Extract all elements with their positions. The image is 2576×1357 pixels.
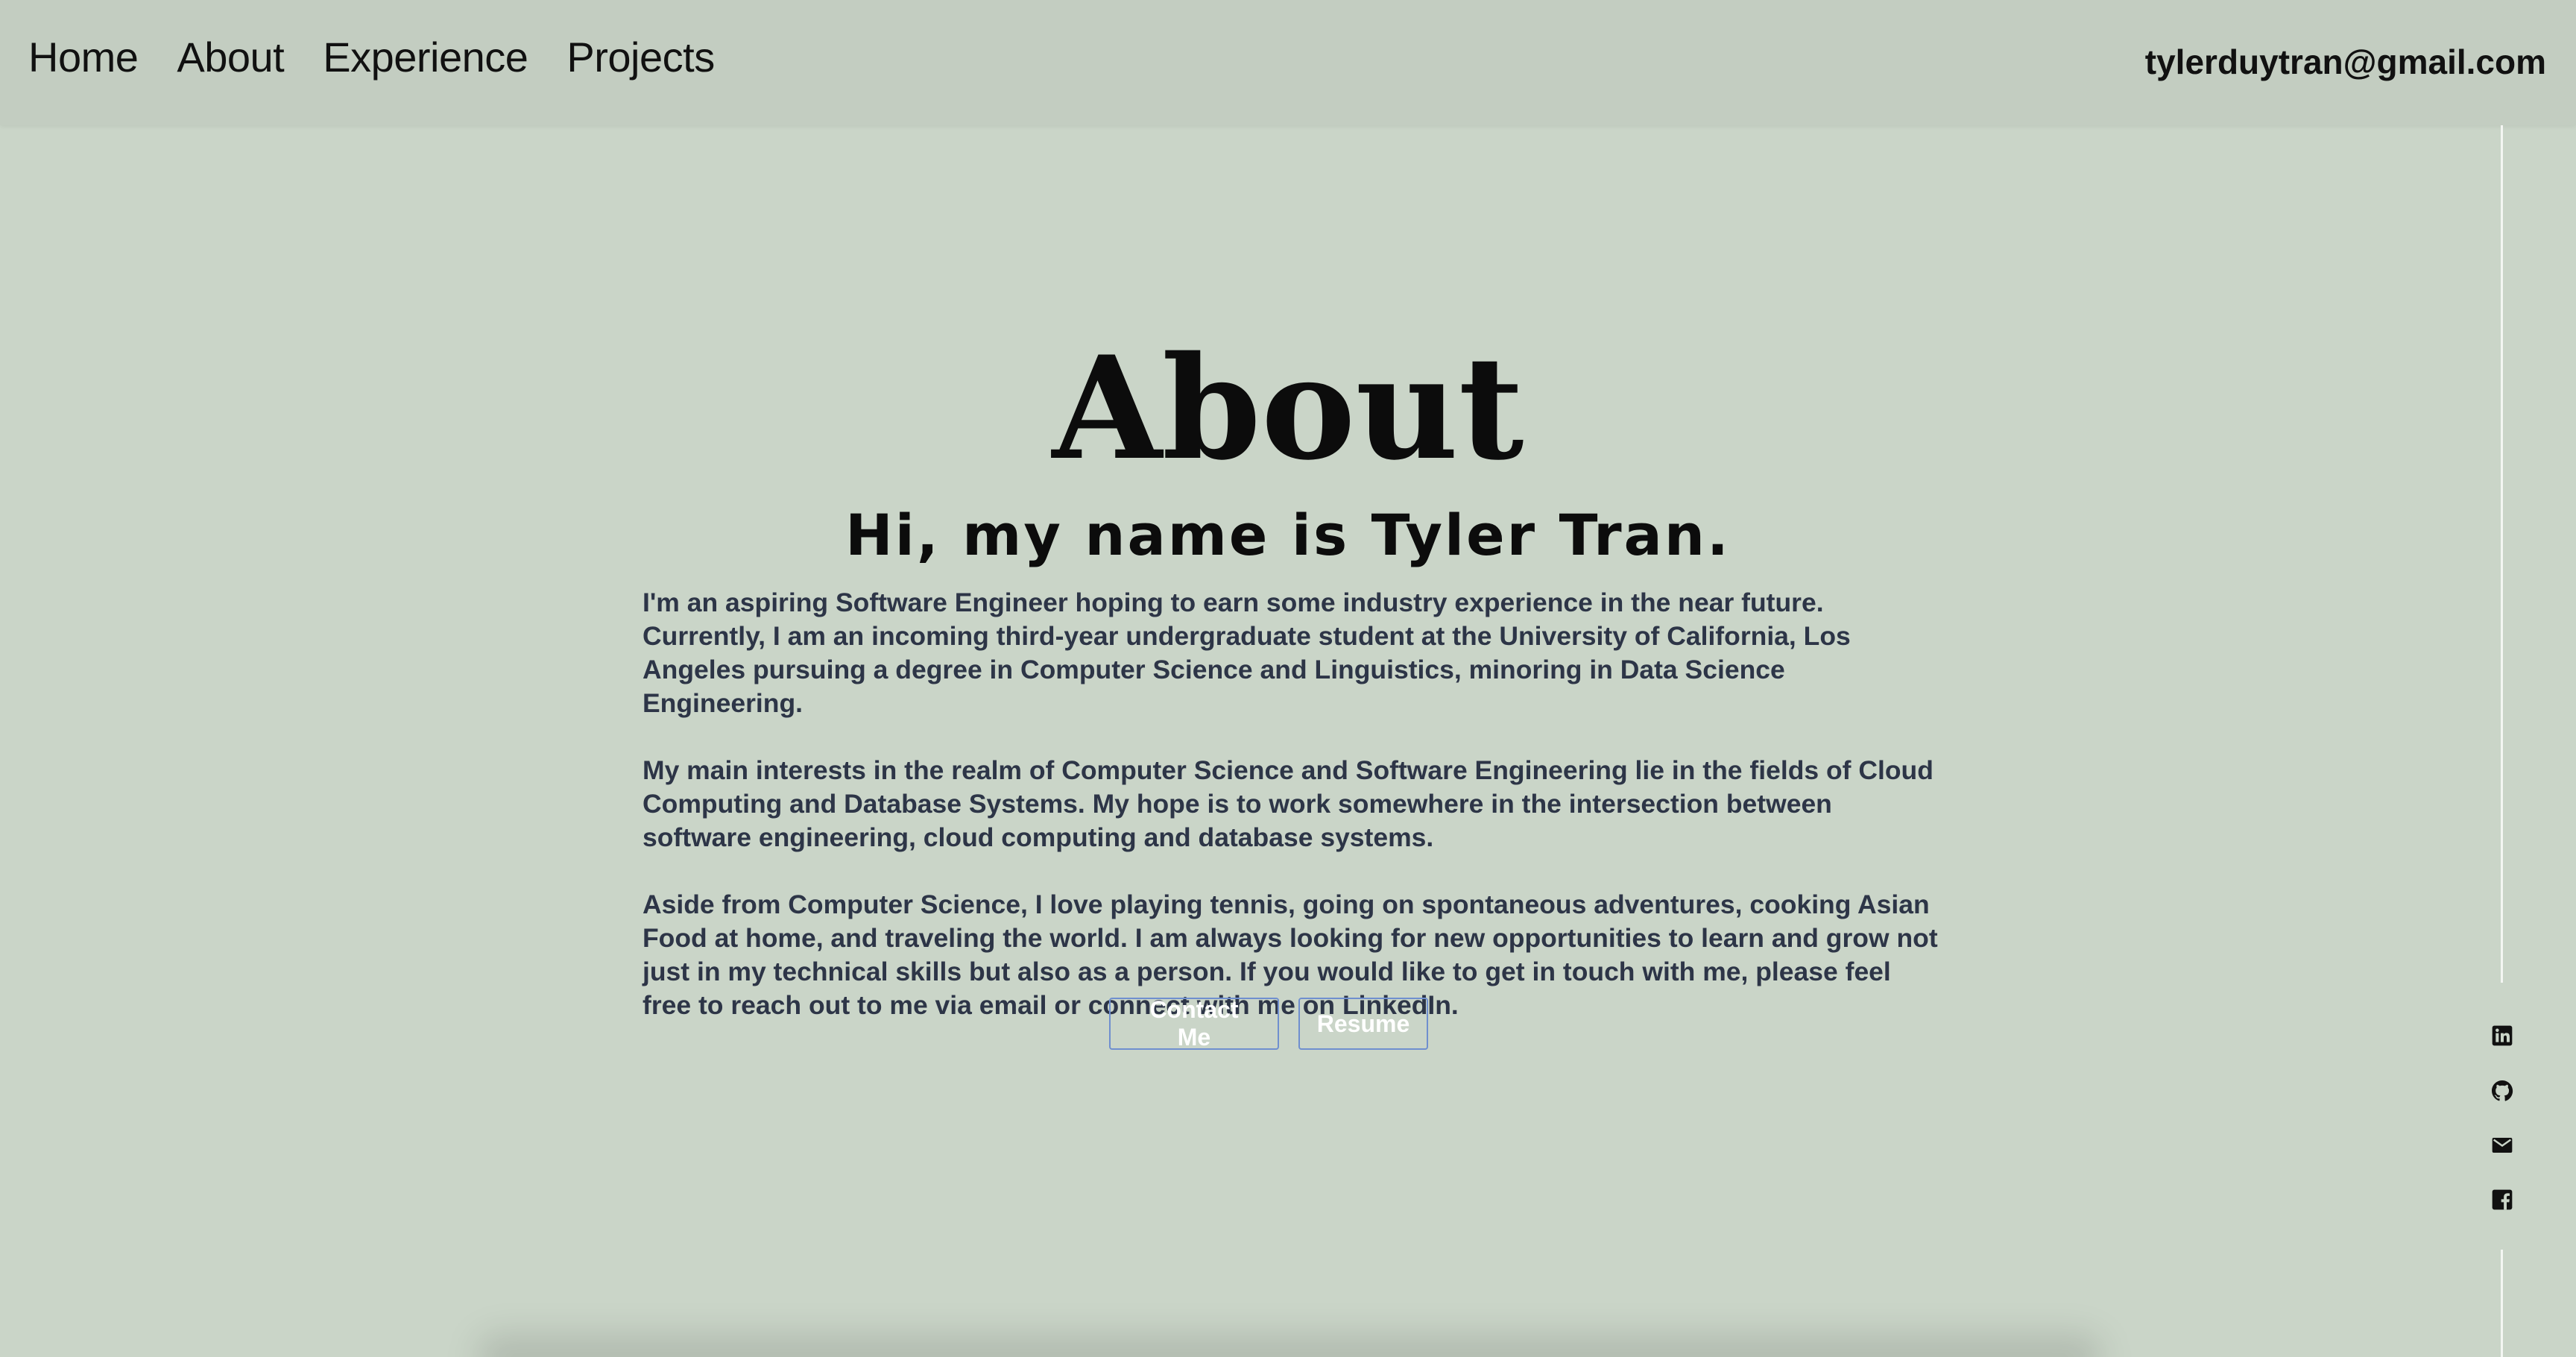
nav-link-experience[interactable]: Experience	[323, 33, 528, 81]
side-rail-line-bottom	[2501, 1250, 2503, 1357]
top-navbar: Home About Experience Projects tylerduyt…	[0, 0, 2576, 125]
bio-paragraph: My main interests in the realm of Comput…	[643, 755, 1933, 852]
resume-button[interactable]: Resume	[1298, 998, 1428, 1050]
mail-icon[interactable]	[2490, 1133, 2515, 1158]
page: Home About Experience Projects tylerduyt…	[0, 0, 2576, 1357]
github-icon[interactable]	[2490, 1078, 2515, 1103]
nav-link-about[interactable]: About	[177, 33, 284, 81]
contact-me-button[interactable]: Contact Me	[1109, 996, 1279, 1051]
nav-email-link[interactable]: tylerduytran@gmail.com	[2145, 42, 2546, 82]
bio-paragraph: I'm an aspiring Software Engineer hoping…	[643, 588, 1851, 718]
facebook-icon[interactable]	[2490, 1187, 2515, 1212]
bottom-card-shadow	[477, 1335, 2102, 1357]
nav-link-projects[interactable]: Projects	[566, 33, 715, 81]
greeting-heading: Hi, my name is Tyler Tran.	[845, 502, 1731, 568]
nav-links: Home About Experience Projects	[28, 33, 715, 81]
nav-link-home[interactable]: Home	[28, 33, 139, 81]
action-buttons: Contact Me Resume	[0, 996, 2576, 1051]
bio-text: I'm an aspiring Software Engineer hoping…	[643, 586, 1939, 1022]
page-title: About	[1052, 325, 1524, 491]
